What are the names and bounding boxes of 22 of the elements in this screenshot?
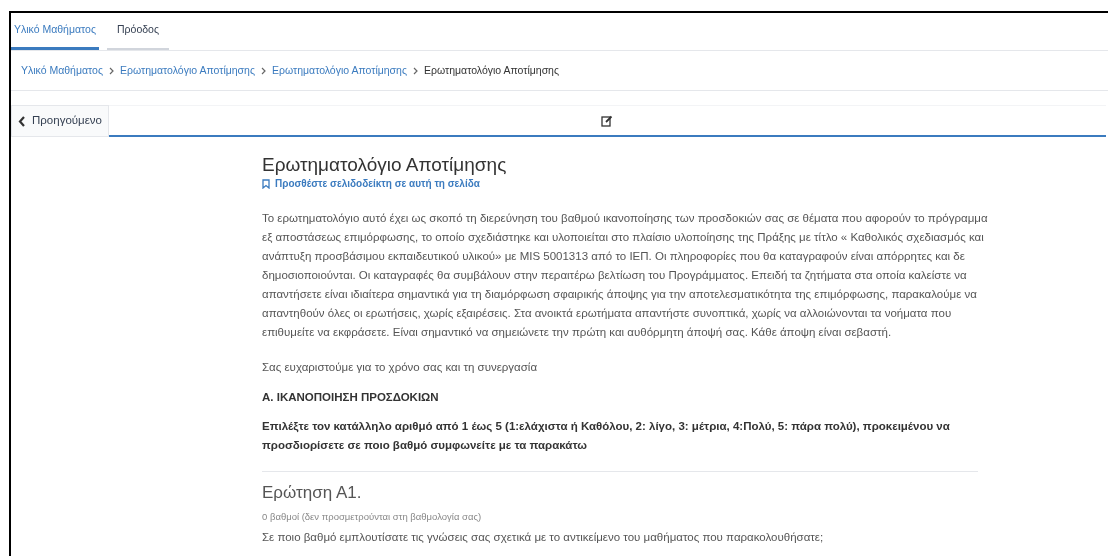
chevron-right-icon: [109, 66, 114, 75]
breadcrumb-current: Ερωτηματολόγιο Αποτίμησης: [424, 62, 560, 78]
question-text: Σε ποιο βαθμό εμπλουτίσατε τις γνώσεις σας σχετικά με το αντικείμενο του μαθήματος που παρακολουθήσατε;: [262, 530, 825, 545]
breadcrumb-link[interactable]: Υλικό Μαθήματος: [21, 62, 103, 79]
previous-button[interactable]: Προηγούμενο: [11, 105, 109, 137]
bookmark-icon: [262, 179, 270, 189]
question-title: Ερώτηση Α1.: [262, 482, 363, 504]
breadcrumb-link[interactable]: Ερωτηματολόγιο Αποτίμησης: [272, 62, 407, 79]
section-heading: Α. ΙΚΑΝΟΠΟΙΗΣΗ ΠΡΟΣΔΟΚΙΩΝ: [262, 390, 440, 405]
chevron-right-icon: [413, 66, 418, 75]
points-text: 0 βαθμοί (δεν προσμετρούνται στη βαθμολογία σας): [262, 510, 483, 524]
bookmark-link[interactable]: Προσθέστε σελιδοδείκτη σε αυτή τη σελίδα: [262, 177, 480, 191]
breadcrumb-link[interactable]: Ερωτηματολόγιο Αποτίμησης: [120, 62, 255, 79]
instruction-text: Επιλέξτε τον κατάλληλο αριθμό από 1 έως 5 (1:ελάχιστα ή Καθόλου, 2: λίγο, 3: μέτρια, 4:Πολύ, 5: πάρα πολύ), προκειμένου να προσδιορίσετε σε ποιο βαθμό συμφωνείτε με τα παρακάτω: [262, 419, 951, 453]
tab[interactable]: Πρόοδος: [107, 12, 169, 50]
thanks-text: Σας ευχαριστούμε για το χρόνο σας και τη συνεργασία: [262, 360, 539, 375]
page-title: Ερωτηματολόγιο Αποτίμησης: [262, 153, 508, 177]
tab[interactable]: Υλικό Μαθήματος: [11, 12, 99, 50]
edit-icon[interactable]: [601, 114, 614, 127]
chevron-right-icon: [261, 66, 266, 75]
chevron-left-icon: [18, 115, 26, 127]
intro-paragraph: Το ερωτηματολόγιο αυτό έχει ως σκοπό τη διερεύνηση του βαθμού ικανοποίησης των προσδοκιών σας σε θέματα που αφορούν το πρόγραμμα εξ αποστάσεως επιμόρφωσης, το οποίο σχεδιάστηκε και υλοποιείται στο πλαίσιο υλοποίησης της Πράξης με τίτλο « Καθολικός σχεδιασμός και ανάπτυξη προσβάσιμου εκπαιδευτικού υλικού» με MIS 5001313 από το ΙΕΠ. Οι πληροφορίες που θα καταγραφούν είναι απόρρητες και δε δημοσιοποιούνται. Οι καταγραφές θα συμβάλουν στην περαιτέρω βελτίωση του Προγράμματος. Επειδή τα ζητήματα στα οποία καλείστε να απαντήσετε είναι ιδιαίτερα σημαντικά για τη διαμόρφωση σφαιρικής άποψης για την αποτελεσματικότητα της επιμόρφωσης, παρακαλούμε να απαντηθούν όλες οι ερωτήσεις, χωρίς εξαιρέσεις. Στα ανοικτά ερωτήματα απαντήστε συνοπτικά, χωρίς να αλλοιώνονται τα νοήματα που επιθυμείτε να εκφράσετε. Είναι σημαντικό να σημειώνετε την πρώτη και αυθόρμητη άποψή σας. Κάθε άποψη είναι σεβαστή.: [262, 211, 988, 340]
